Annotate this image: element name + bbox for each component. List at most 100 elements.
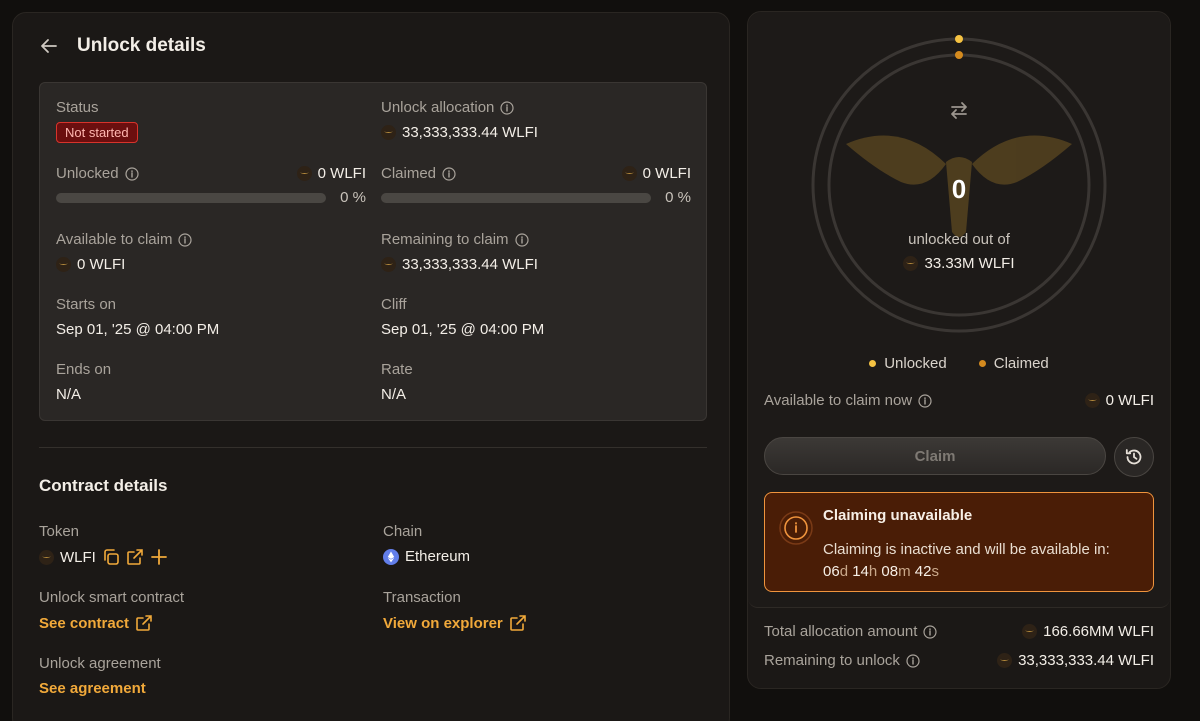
ethereum-icon — [383, 548, 399, 565]
remaining-field: Remaining to claim 33,333,333.44 WLFI — [381, 231, 538, 273]
status-badge: Not started — [56, 122, 138, 143]
remaining-value: 33,333,333.44 WLFI — [381, 256, 538, 273]
copy-icon[interactable] — [102, 548, 120, 566]
cliff-field: Cliff Sep 01, '25 @ 04:00 PM — [381, 296, 544, 338]
agreement-label: Unlock agreement — [39, 655, 161, 672]
claimed-progress-bar — [381, 192, 651, 203]
token-name: WLFI — [60, 548, 96, 566]
info-icon[interactable] — [442, 166, 456, 181]
unlocked-field: Unlocked 0 WLFI 0 % — [56, 165, 366, 206]
unlocked-progress-bar — [56, 192, 326, 203]
unlocked-count: 0 — [951, 174, 967, 204]
remaining-unlock-label: Remaining to unlock — [764, 652, 920, 669]
wlfi-token-icon — [381, 125, 396, 140]
unlock-total: 33.33M WLFI — [748, 255, 1170, 272]
total-allocation-value: 166.66MM WLFI — [1022, 623, 1154, 640]
contract-details-title: Contract details — [39, 476, 168, 495]
external-link-icon — [135, 614, 153, 632]
token-label: Token — [39, 523, 80, 540]
claimed-marker — [955, 51, 963, 59]
unlocked-marker — [955, 35, 963, 43]
unlock-details-card: Status Not started Unlock allocation 33,… — [39, 82, 707, 421]
history-button[interactable] — [1114, 437, 1154, 477]
history-icon — [1124, 447, 1144, 467]
wlfi-token-icon — [1022, 624, 1038, 639]
chain-field: Chain Ethereum — [383, 523, 470, 565]
wlfi-token-icon — [381, 257, 396, 272]
rate-field: Rate N/A — [381, 361, 413, 403]
smart-contract-label: Unlock smart contract — [39, 589, 185, 606]
chain-label: Chain — [383, 523, 423, 540]
claimed-field: Claimed 0 WLFI 0 % — [381, 165, 691, 206]
ends-value: N/A — [56, 386, 82, 403]
total-allocation-label: Total allocation amount — [764, 623, 938, 640]
page-title: Unlock details — [77, 35, 206, 56]
ends-field: Ends on N/A — [56, 361, 111, 403]
available-value: 0 WLFI — [56, 256, 192, 273]
claimed-progress: 0 % — [381, 189, 691, 206]
alert-info-icon — [779, 511, 813, 545]
wlfi-token-icon — [1084, 393, 1100, 408]
unlocked-percent: 0 % — [340, 189, 366, 206]
wlfi-token-icon — [997, 653, 1013, 668]
starts-field: Starts on Sep 01, '25 @ 04:00 PM — [56, 296, 219, 338]
available-label: Available to claim — [56, 231, 193, 248]
wlfi-token-icon — [296, 166, 312, 181]
info-icon[interactable] — [514, 232, 529, 247]
transaction-field: Transaction View on explorer — [383, 589, 527, 632]
available-now-row: Available to claim now 0 WLFI — [764, 392, 1154, 409]
claim-card: 0 unlocked out of 33.33M WLFI Unlocked C… — [748, 12, 1170, 608]
claim-button[interactable]: Claim — [764, 437, 1106, 475]
countdown: 06d 14h 08m 42s — [823, 563, 939, 580]
info-icon[interactable] — [923, 624, 938, 639]
remaining-label: Remaining to claim — [381, 231, 538, 248]
starts-value: Sep 01, '25 @ 04:00 PM — [56, 321, 220, 338]
ends-label: Ends on — [56, 361, 112, 378]
see-agreement-link[interactable]: See agreement — [39, 680, 161, 697]
arrow-left-icon[interactable] — [39, 36, 59, 56]
page-header: Unlock details — [39, 35, 206, 57]
info-icon[interactable] — [906, 653, 920, 668]
allocation-field: Unlock allocation 33,333,333.44 WLFI — [381, 99, 538, 141]
see-contract-link[interactable]: See contract — [39, 614, 184, 632]
unlocked-out-of-label: unlocked out of — [908, 231, 1010, 248]
transaction-label: Transaction — [383, 589, 461, 606]
wlfi-token-icon — [56, 257, 71, 272]
external-link-icon — [509, 614, 527, 632]
allocation-label: Unlock allocation — [381, 99, 538, 116]
plus-icon[interactable] — [150, 548, 168, 566]
available-now-value: 0 WLFI — [1084, 392, 1154, 409]
alert-body: Claiming is inactive and will be availab… — [823, 539, 1110, 583]
claiming-unavailable-alert: Claiming unavailable Claiming is inactiv… — [764, 492, 1154, 592]
remaining-unlock-row: Remaining to unlock 33,333,333.44 WLFI — [764, 652, 1154, 669]
allocation-value: 33,333,333.44 WLFI — [381, 124, 538, 141]
agreement-field: Unlock agreement See agreement — [39, 655, 161, 697]
swap-arrows-icon[interactable] — [948, 99, 970, 121]
info-icon[interactable] — [918, 393, 932, 408]
unlocked-dot-icon — [869, 360, 877, 367]
token-field: Token WLFI — [39, 523, 168, 566]
chain-value: Ethereum — [383, 548, 470, 565]
claimed-percent: 0 % — [665, 189, 691, 206]
total-allocation-row: Total allocation amount 166.66MM WLFI — [764, 623, 1154, 640]
claim-summary-panel: 0 unlocked out of 33.33M WLFI Unlocked C… — [747, 11, 1171, 689]
alert-title: Claiming unavailable — [823, 507, 973, 524]
legend-unlocked: Unlocked — [869, 355, 947, 372]
view-on-explorer-link[interactable]: View on explorer — [383, 614, 527, 632]
status-field: Status Not started — [56, 99, 138, 143]
available-now-label: Available to claim now — [764, 392, 932, 409]
info-icon[interactable] — [124, 166, 139, 181]
cliff-label: Cliff — [381, 296, 407, 313]
unlocked-progress: 0 % — [56, 189, 366, 206]
info-icon[interactable] — [178, 232, 193, 247]
unlocked-amount: 0 WLFI — [296, 165, 366, 182]
token-value: WLFI — [39, 548, 168, 566]
section-divider — [39, 447, 707, 448]
wlfi-token-icon — [621, 166, 637, 181]
info-icon[interactable] — [500, 100, 515, 115]
unlock-details-panel: Unlock details Status Not started Unlock… — [12, 12, 730, 721]
remaining-unlock-value: 33,333,333.44 WLFI — [997, 652, 1154, 669]
rate-value: N/A — [381, 386, 407, 403]
external-link-icon[interactable] — [126, 548, 144, 566]
wlfi-token-icon — [39, 549, 54, 565]
